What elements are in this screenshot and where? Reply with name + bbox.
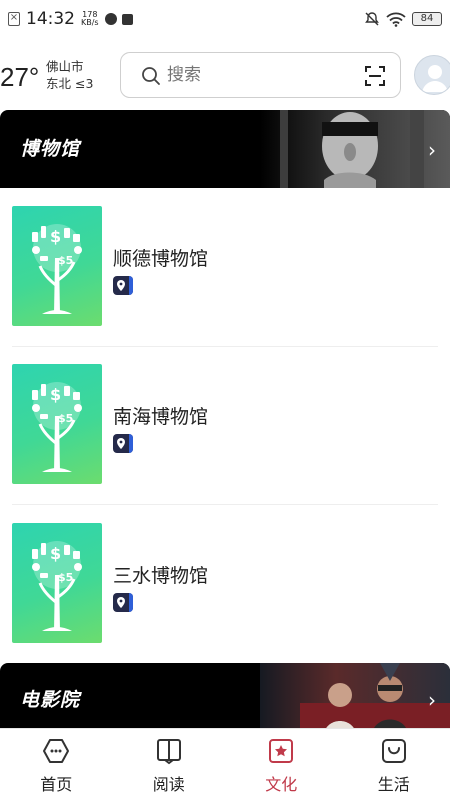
temperature: 27° — [0, 62, 40, 92]
cinema-section-title: 电影院 — [20, 689, 81, 711]
tab-culture[interactable]: 文化 — [225, 729, 338, 800]
bag-icon — [381, 739, 406, 763]
status-time: 14:32 — [26, 9, 75, 29]
location-pin-icon — [113, 276, 133, 295]
tab-home-label: 首页 — [40, 775, 73, 794]
museum-thumbnail: $ $5 — [12, 206, 102, 326]
museum-banner[interactable]: 博物馆 › — [0, 110, 450, 188]
avatar[interactable] — [414, 55, 450, 95]
svg-text:$: $ — [50, 544, 61, 563]
location-pin-icon — [113, 434, 133, 453]
culture-star-icon — [269, 739, 294, 763]
network-speed: 178 KB/s — [81, 11, 99, 27]
museum-thumbnail: $ $5 — [12, 364, 102, 484]
list-item[interactable]: $ $5 三水博物馆 — [0, 523, 450, 681]
divider — [12, 346, 438, 347]
search-bar[interactable] — [120, 52, 401, 98]
network-speed-unit: KB/s — [81, 18, 99, 27]
svg-text:$: $ — [50, 227, 61, 246]
city-label: 佛山市 — [46, 59, 84, 74]
statue-banner-image — [260, 110, 450, 188]
user-avatar-icon — [422, 65, 448, 92]
scan-icon[interactable] — [364, 65, 386, 87]
museum-thumbnail: $ $5 — [12, 523, 102, 643]
cinema-banner[interactable]: 电影院 › — [0, 663, 450, 733]
status-bar: × 14:32 178 KB/s 84 — [0, 0, 450, 38]
money-tree-icon: $ $5 — [32, 541, 82, 631]
tab-life[interactable]: 生活 — [338, 729, 450, 800]
tab-life-label: 生活 — [377, 775, 410, 794]
tab-culture-label: 文化 — [265, 775, 298, 794]
mute-bell-icon — [365, 12, 379, 26]
museum-section-title: 博物馆 — [20, 138, 81, 160]
search-icon — [142, 67, 160, 85]
battery-indicator: 84 — [412, 12, 442, 26]
museum-name: 南海博物馆 — [113, 406, 209, 428]
app-square-icon — [121, 13, 133, 25]
tab-home[interactable]: 首页 — [0, 729, 113, 800]
wifi-icon — [386, 12, 406, 27]
money-tree-icon: $ $5 — [32, 224, 82, 314]
weather-location[interactable]: 佛山市 东北 ≤3 — [46, 58, 93, 92]
wind-label: 东北 ≤3 — [46, 76, 94, 91]
chevron-right-icon: › — [428, 138, 436, 162]
tab-reading[interactable]: 阅读 — [113, 729, 226, 800]
tab-reading-label: 阅读 — [152, 775, 185, 794]
museum-name: 顺德博物馆 — [113, 248, 209, 270]
bottom-tab-bar: 首页 阅读 文化 生活 — [0, 728, 450, 800]
list-item[interactable]: $ $5 顺德博物馆 — [0, 206, 450, 364]
svg-text:$: $ — [50, 385, 61, 404]
search-input[interactable] — [167, 63, 337, 87]
money-tree-icon: $ $5 — [32, 382, 82, 472]
chevron-right-icon: › — [428, 688, 436, 712]
app-notification-icon — [104, 13, 117, 25]
museum-name: 三水博物馆 — [113, 565, 209, 587]
top-header: 27° 佛山市 东北 ≤3 — [0, 50, 450, 100]
book-icon — [156, 739, 181, 765]
home-icon — [43, 739, 70, 763]
list-item[interactable]: $ $5 南海博物馆 — [0, 364, 450, 522]
close-notification-icon: × — [8, 12, 20, 26]
divider — [12, 504, 438, 505]
cinema-banner-image — [260, 663, 450, 733]
location-pin-icon — [113, 593, 133, 612]
